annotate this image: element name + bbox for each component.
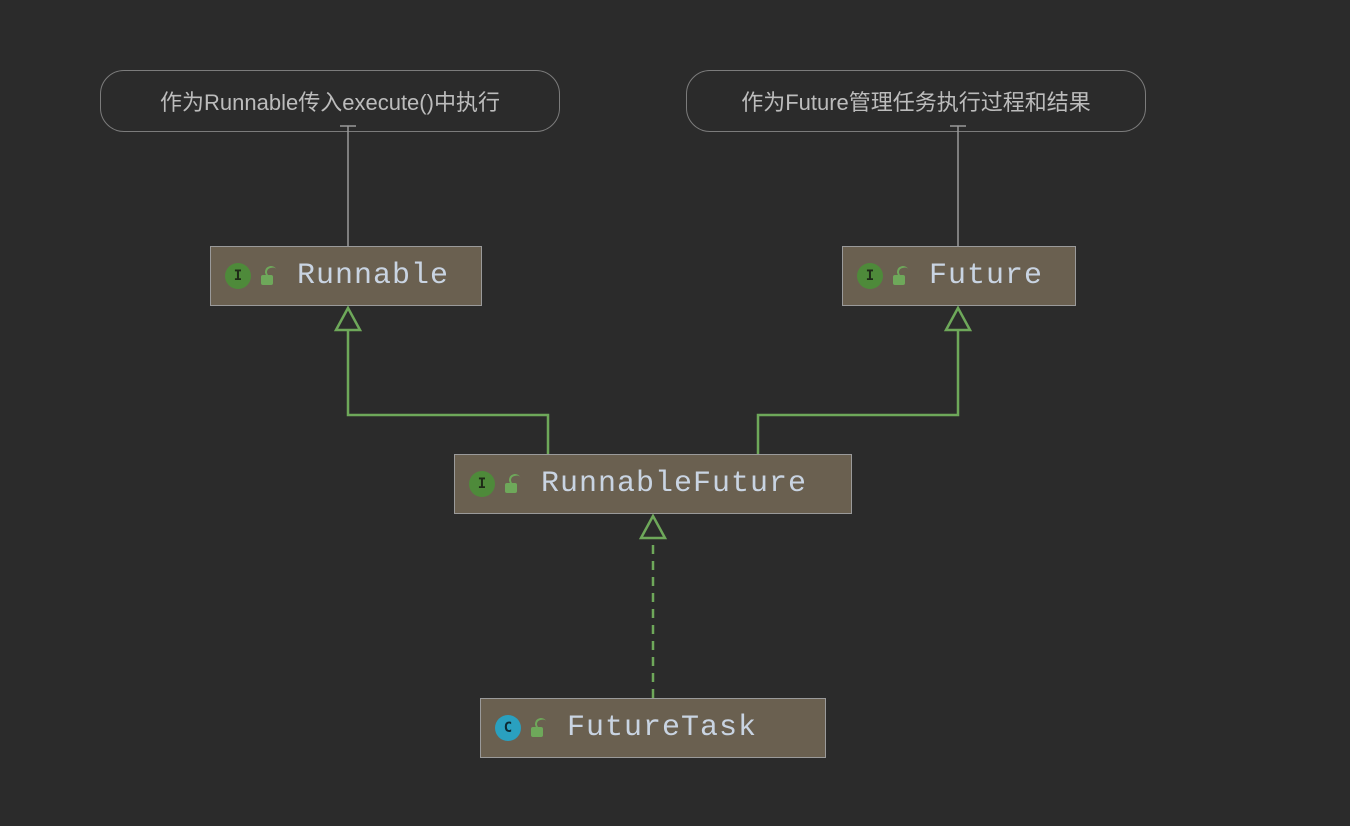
node-label: Future	[929, 259, 1043, 293]
interface-badge-icon: I	[857, 263, 883, 289]
interface-runnable: I Runnable	[210, 246, 482, 306]
class-badge-icon: C	[495, 715, 521, 741]
interface-future: I Future	[842, 246, 1076, 306]
interface-badge-icon: I	[469, 471, 495, 497]
connector-layer	[58, 18, 1298, 808]
node-label: RunnableFuture	[541, 467, 807, 501]
arrowhead-icon	[946, 308, 970, 330]
unlock-icon	[529, 719, 545, 737]
node-label: Runnable	[297, 259, 449, 293]
unlock-icon	[503, 475, 519, 493]
unlock-icon	[891, 267, 907, 285]
interface-runnablefuture: I RunnableFuture	[454, 454, 852, 514]
edge-runnablefuture-to-future	[758, 330, 958, 454]
unlock-icon	[259, 267, 275, 285]
arrowhead-icon	[641, 516, 665, 538]
edge-runnablefuture-to-runnable	[348, 330, 548, 454]
arrowhead-icon	[336, 308, 360, 330]
diagram-canvas: 作为Runnable传入execute()中执行 作为Future管理任务执行过…	[58, 18, 1298, 808]
annotation-future-desc: 作为Future管理任务执行过程和结果	[686, 70, 1146, 132]
node-label: FutureTask	[567, 711, 757, 745]
annotation-runnable-desc: 作为Runnable传入execute()中执行	[100, 70, 560, 132]
interface-badge-icon: I	[225, 263, 251, 289]
class-futuretask: C FutureTask	[480, 698, 826, 758]
